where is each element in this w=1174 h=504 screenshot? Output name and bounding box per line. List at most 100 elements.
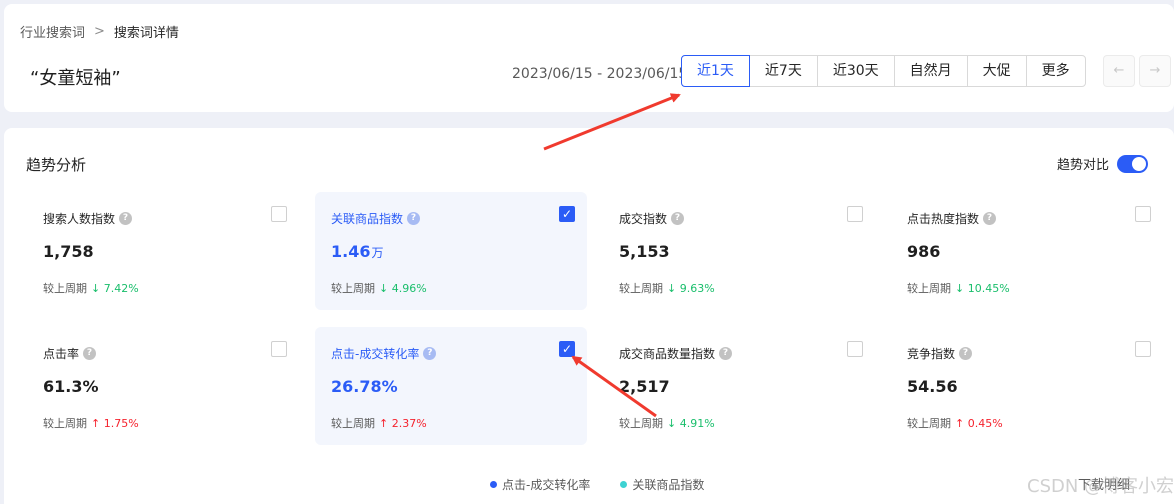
arrow-right-icon[interactable]: → — [1139, 55, 1171, 87]
help-icon[interactable]: ? — [119, 212, 133, 225]
metric-label-text: 点击率 — [43, 347, 80, 361]
metric-value-number: 54.56 — [907, 377, 958, 396]
metric-compare: 较上周期 ↑ 2.37% — [331, 415, 427, 431]
trend-compare-label: 趋势对比 — [1056, 158, 1109, 173]
page-title: “女童短袖” — [30, 68, 121, 89]
legend-item-related-products[interactable]: 关联商品指数 — [620, 476, 704, 493]
breadcrumb-link-industry-search-terms[interactable]: 行业搜索词 — [20, 22, 85, 41]
metric-compare: 较上周期 ↓ 4.96% — [331, 280, 427, 296]
arrow-down-icon: ↓ — [955, 281, 965, 295]
metric-card-related-products-index[interactable]: 关联商品指数? 1.46万 较上周期 ↓ 4.96% ✓ — [315, 192, 587, 310]
change-value: ↑ 2.37% — [379, 417, 427, 430]
metric-value: 54.56 — [907, 377, 958, 396]
toggle-knob — [1132, 156, 1146, 171]
metric-checkbox[interactable] — [1135, 206, 1151, 222]
arrow-up-icon: ↑ — [955, 416, 965, 430]
metric-checkbox[interactable] — [847, 341, 863, 357]
change-value: ↑ 1.75% — [91, 417, 139, 430]
metric-compare: 较上周期 ↓ 10.45% — [907, 280, 1010, 296]
help-icon[interactable]: ? — [983, 212, 997, 225]
compare-prefix: 较上周期 — [43, 282, 87, 295]
metric-checkbox[interactable] — [271, 341, 287, 357]
help-icon[interactable]: ? — [407, 212, 421, 225]
compare-prefix: 较上周期 — [619, 282, 663, 295]
change-value: ↓ 4.91% — [667, 417, 715, 430]
metric-label-text: 成交指数 — [619, 212, 668, 226]
range-button-more[interactable]: 更多 — [1025, 55, 1086, 87]
metric-card-search-users-index[interactable]: 搜索人数指数? 1,758 较上周期 ↓ 7.42% — [27, 192, 299, 310]
trend-analysis-panel: 趋势分析 趋势对比 — [4, 128, 1174, 504]
metric-card-click-conversion-rate[interactable]: 点击-成交转化率? 26.78% 较上周期 ↑ 2.37% ✓ — [315, 327, 587, 445]
legend-item-conversion-rate[interactable]: 点击-成交转化率 — [490, 476, 590, 493]
change-value: ↓ 9.63% — [667, 282, 715, 295]
metric-label-text: 搜索人数指数 — [43, 212, 116, 226]
change-value: ↓ 10.45% — [955, 282, 1010, 295]
compare-prefix: 较上周期 — [907, 417, 951, 430]
range-button-promotion[interactable]: 大促 — [966, 55, 1027, 87]
arrow-down-icon: ↓ — [91, 281, 101, 295]
change-percent: 4.91% — [679, 416, 715, 430]
help-icon[interactable]: ? — [83, 347, 97, 360]
metric-value-number: 1,758 — [43, 242, 94, 261]
metric-value-number: 1.46 — [331, 242, 371, 261]
metric-compare: 较上周期 ↑ 1.75% — [43, 415, 139, 431]
metric-value: 1.46万 — [331, 242, 384, 261]
metric-checkbox-checked[interactable]: ✓ — [559, 341, 575, 357]
metric-value: 2,517 — [619, 377, 670, 396]
metric-card-transaction-items-index[interactable]: 成交商品数量指数? 2,517 较上周期 ↓ 4.91% — [603, 327, 875, 445]
help-icon[interactable]: ? — [959, 347, 973, 360]
compare-prefix: 较上周期 — [331, 417, 375, 430]
metric-unit: 万 — [371, 246, 384, 260]
chart-legend: 点击-成交转化率 关联商品指数 — [490, 476, 734, 493]
change-value: ↓ 4.96% — [379, 282, 427, 295]
range-button-30-days[interactable]: 近30天 — [816, 55, 895, 87]
metric-checkbox-checked[interactable]: ✓ — [559, 206, 575, 222]
arrow-left-icon[interactable]: ← — [1103, 55, 1135, 87]
help-icon[interactable]: ? — [423, 347, 437, 360]
help-icon[interactable]: ? — [671, 212, 685, 225]
arrow-down-icon: ↓ — [667, 416, 677, 430]
change-percent: 0.45% — [967, 416, 1003, 430]
date-range-selector: 近1天 近7天 近30天 自然月 大促 更多 — [681, 55, 1086, 87]
metric-label-text: 点击-成交转化率 — [331, 347, 420, 361]
trend-compare-control: 趋势对比 — [1057, 154, 1148, 173]
compare-prefix: 较上周期 — [331, 282, 375, 295]
metric-value: 61.3% — [43, 377, 99, 396]
metric-label-text: 成交商品数量指数 — [619, 347, 716, 361]
metric-label-text: 点击热度指数 — [907, 212, 980, 226]
metric-card-click-rate[interactable]: 点击率? 61.3% 较上周期 ↑ 1.75% — [27, 327, 299, 445]
help-icon[interactable]: ? — [719, 347, 733, 360]
download-details-button[interactable]: 下载明细 — [1078, 474, 1130, 493]
metric-value-number: 26.78% — [331, 377, 398, 396]
metric-card-transaction-index[interactable]: 成交指数? 5,153 较上周期 ↓ 9.63% — [603, 192, 875, 310]
metric-card-click-heat-index[interactable]: 点击热度指数? 986 较上周期 ↓ 10.45% — [891, 192, 1163, 310]
compare-prefix: 较上周期 — [907, 282, 951, 295]
breadcrumb: 行业搜索词 > 搜索词详情 — [20, 22, 179, 41]
metric-checkbox[interactable] — [1135, 341, 1151, 357]
range-button-7-days[interactable]: 近7天 — [748, 55, 818, 87]
arrow-down-icon: ↓ — [667, 281, 677, 295]
range-button-1-day[interactable]: 近1天 — [681, 55, 750, 87]
metric-value-number: 986 — [907, 242, 941, 261]
metric-value: 1,758 — [43, 242, 94, 261]
metric-checkbox[interactable] — [847, 206, 863, 222]
metric-compare: 较上周期 ↓ 7.42% — [43, 280, 139, 296]
metric-value: 986 — [907, 242, 940, 261]
range-button-natural-month[interactable]: 自然月 — [893, 55, 968, 87]
arrow-up-icon: ↑ — [379, 416, 389, 430]
metric-value-number: 5,153 — [619, 242, 670, 261]
compare-prefix: 较上周期 — [43, 417, 87, 430]
metric-value: 5,153 — [619, 242, 670, 261]
breadcrumb-separator: > — [94, 24, 105, 39]
change-percent: 7.42% — [103, 281, 139, 295]
metric-label: 点击率? — [43, 345, 97, 362]
legend-label: 关联商品指数 — [632, 478, 705, 492]
metric-card-competition-index[interactable]: 竞争指数? 54.56 较上周期 ↑ 0.45% — [891, 327, 1163, 445]
change-percent: 4.96% — [391, 281, 427, 295]
arrow-down-icon: ↓ — [379, 281, 389, 295]
metric-checkbox[interactable] — [271, 206, 287, 222]
change-percent: 1.75% — [103, 416, 139, 430]
trend-compare-toggle[interactable] — [1117, 154, 1148, 173]
metric-value-number: 61.3% — [43, 377, 99, 396]
change-percent: 9.63% — [679, 281, 715, 295]
